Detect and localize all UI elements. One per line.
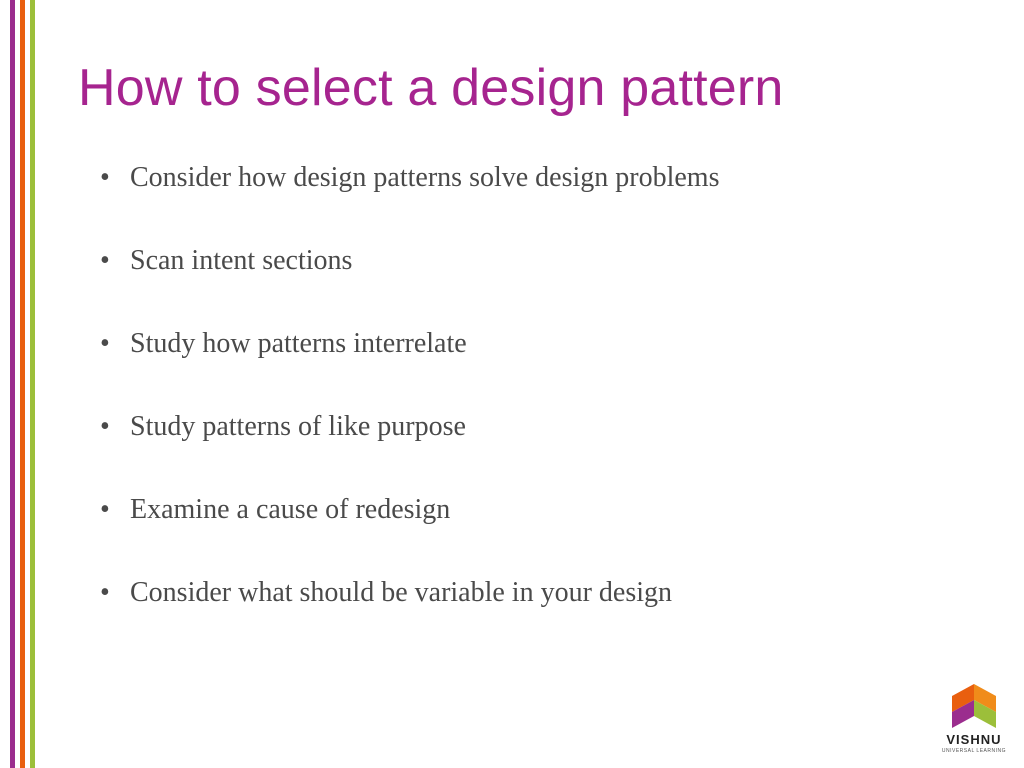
stripe-orange: [20, 0, 25, 768]
list-item: Study how patterns interrelate: [100, 326, 984, 361]
list-item: Study patterns of like purpose: [100, 409, 984, 444]
list-item: Examine a cause of redesign: [100, 492, 984, 527]
logo: VISHNU UNIVERSAL LEARNING: [942, 682, 1006, 754]
bullet-list: Consider how design patterns solve desig…: [78, 160, 984, 610]
list-item: Scan intent sections: [100, 243, 984, 278]
logo-tagline: UNIVERSAL LEARNING: [942, 748, 1006, 754]
list-item: Consider how design patterns solve desig…: [100, 160, 984, 195]
logo-name: VISHNU: [942, 732, 1006, 747]
left-stripes: [10, 0, 35, 768]
stripe-purple: [10, 0, 15, 768]
logo-icon: [946, 682, 1002, 730]
slide-content: How to select a design pattern Consider …: [78, 58, 984, 658]
slide: How to select a design pattern Consider …: [0, 0, 1024, 768]
stripe-green: [30, 0, 35, 768]
slide-title: How to select a design pattern: [78, 58, 984, 118]
list-item: Consider what should be variable in your…: [100, 575, 984, 610]
